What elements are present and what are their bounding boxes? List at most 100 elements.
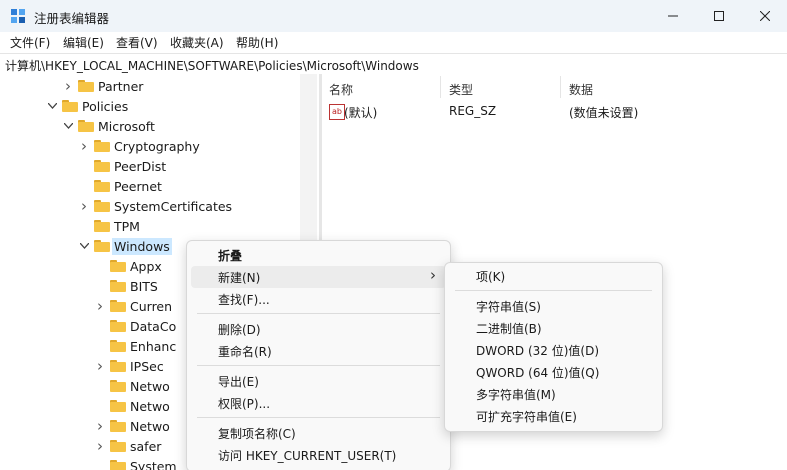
menu-item-label: 可扩充字符串值(E) xyxy=(476,410,577,424)
folder-icon xyxy=(110,320,126,332)
tree-node[interactable]: Microsoft xyxy=(62,116,155,136)
chevron-right-icon[interactable]: › xyxy=(94,437,106,455)
menu-item[interactable]: 多字符串值(M) xyxy=(449,383,658,405)
value-data: (数值未设置) xyxy=(569,106,639,120)
tree-node[interactable]: Appx xyxy=(94,256,162,276)
tree-node[interactable]: Peernet xyxy=(78,176,162,196)
tree-node[interactable]: › Curren xyxy=(94,296,172,316)
tree-node[interactable]: › IPSec xyxy=(94,356,164,376)
menu-item[interactable]: QWORD (64 位)值(Q) xyxy=(449,361,658,383)
tree-node-label: System xyxy=(130,458,177,470)
menu-item[interactable]: 复制项名称(C) xyxy=(191,422,446,444)
folder-icon xyxy=(78,80,94,92)
folder-icon xyxy=(110,300,126,312)
value-name: (默认) xyxy=(344,106,378,120)
tree-node[interactable]: Netwo xyxy=(94,396,170,416)
chevron-right-icon[interactable]: › xyxy=(78,197,90,215)
column-divider[interactable] xyxy=(560,76,561,98)
menu-help[interactable]: 帮助(H) xyxy=(236,34,278,51)
tree-node[interactable]: › Netwo xyxy=(94,416,170,436)
menu-item-label: 项(K) xyxy=(476,270,506,284)
tree-node-label: TPM xyxy=(114,218,140,234)
tree-node[interactable]: › Cryptography xyxy=(78,136,200,156)
menu-item[interactable]: 二进制值(B) xyxy=(449,317,658,339)
chevron-right-icon[interactable]: › xyxy=(94,417,106,435)
string-value-icon: ab xyxy=(329,104,345,120)
menu-item[interactable]: 导出(E) xyxy=(191,370,446,392)
address-bar[interactable]: 计算机\HKEY_LOCAL_MACHINE\SOFTWARE\Policies… xyxy=(0,53,787,75)
column-divider[interactable] xyxy=(440,76,441,98)
folder-icon xyxy=(110,360,126,372)
maximize-button[interactable] xyxy=(696,0,742,32)
menu-item-label: 导出(E) xyxy=(218,375,259,389)
folder-icon xyxy=(110,400,126,412)
menu-item[interactable]: 查找(F)... xyxy=(191,288,446,310)
address-path[interactable]: 计算机\HKEY_LOCAL_MACHINE\SOFTWARE\Policies… xyxy=(5,57,419,74)
menu-item[interactable]: 字符串值(S) xyxy=(449,295,658,317)
tree-node[interactable]: TPM xyxy=(78,216,140,236)
tree-node[interactable]: Windows xyxy=(78,236,172,256)
menu-bar: 文件(F) 编辑(E) 查看(V) 收藏夹(A) 帮助(H) xyxy=(0,32,787,52)
menu-item[interactable]: 折叠 xyxy=(191,244,446,266)
menu-item[interactable]: 重命名(R) xyxy=(191,340,446,362)
chevron-down-icon[interactable] xyxy=(46,100,58,112)
menu-item-label: 访问 HKEY_CURRENT_USER(T) xyxy=(218,449,397,463)
minimize-icon xyxy=(668,15,678,17)
maximize-icon xyxy=(714,11,724,21)
tree-node[interactable]: Netwo xyxy=(94,376,170,396)
chevron-right-icon[interactable]: › xyxy=(62,77,74,95)
menu-item[interactable]: 项(K) xyxy=(449,265,658,287)
tree-node[interactable]: › SystemCertificates xyxy=(78,196,232,216)
menu-item-label: DWORD (32 位)值(D) xyxy=(476,344,599,358)
minimize-button[interactable] xyxy=(650,0,696,32)
tree-node[interactable]: Policies xyxy=(46,96,128,116)
tree-node-label: Netwo xyxy=(130,418,170,434)
menu-item[interactable]: 权限(P)... xyxy=(191,392,446,414)
tree-node[interactable]: DataCo xyxy=(94,316,176,336)
folder-icon xyxy=(94,180,110,192)
tree-node[interactable]: PeerDist xyxy=(78,156,166,176)
folder-icon xyxy=(110,260,126,272)
tree-node[interactable]: BITS xyxy=(94,276,158,296)
folder-icon xyxy=(110,340,126,352)
chevron-down-icon[interactable] xyxy=(78,240,90,252)
menu-view[interactable]: 查看(V) xyxy=(116,34,158,51)
menu-favorites[interactable]: 收藏夹(A) xyxy=(170,34,224,51)
chevron-right-icon[interactable]: › xyxy=(94,357,106,375)
tree-node[interactable]: Enhanc xyxy=(94,336,176,356)
chevron-right-icon[interactable]: › xyxy=(94,297,106,315)
folder-icon xyxy=(94,200,110,212)
chevron-right-icon[interactable]: › xyxy=(78,137,90,155)
menu-file[interactable]: 文件(F) xyxy=(10,34,50,51)
tree-node-label: Peernet xyxy=(114,178,162,194)
folder-icon xyxy=(94,140,110,152)
menu-item[interactable]: 新建(N) › xyxy=(191,266,446,288)
menu-item-label: 二进制值(B) xyxy=(476,322,542,336)
tree-node-label: BITS xyxy=(130,278,158,294)
menu-item[interactable]: DWORD (32 位)值(D) xyxy=(449,339,658,361)
menu-item[interactable]: 可扩充字符串值(E) xyxy=(449,405,658,427)
tree-node-label: PeerDist xyxy=(114,158,167,174)
tree-node-label: Netwo xyxy=(130,398,170,414)
tree-node-label: Microsoft xyxy=(98,118,155,134)
menu-item-label: 折叠 xyxy=(218,249,243,263)
menu-item-label: 权限(P)... xyxy=(218,397,271,411)
chevron-down-icon[interactable] xyxy=(62,120,74,132)
value-row[interactable]: ab (默认) REG_SZ (数值未设置) xyxy=(322,100,787,122)
folder-icon xyxy=(94,220,110,232)
tree-node-label: Policies xyxy=(82,98,129,114)
tree-node[interactable]: › safer xyxy=(94,436,161,456)
tree-node[interactable]: › Partner xyxy=(62,76,143,96)
menu-item[interactable]: 删除(D) xyxy=(191,318,446,340)
tree-node-label: safer xyxy=(130,438,162,454)
menu-item-label: QWORD (64 位)值(Q) xyxy=(476,366,600,380)
tree-node-label: SystemCertificates xyxy=(114,198,233,214)
menu-item-label: 多字符串值(M) xyxy=(476,388,556,402)
menu-edit[interactable]: 编辑(E) xyxy=(63,34,104,51)
menu-item[interactable]: 访问 HKEY_CURRENT_USER(T) xyxy=(191,444,446,466)
tree-node[interactable]: System xyxy=(94,456,177,470)
close-button[interactable] xyxy=(742,0,787,32)
